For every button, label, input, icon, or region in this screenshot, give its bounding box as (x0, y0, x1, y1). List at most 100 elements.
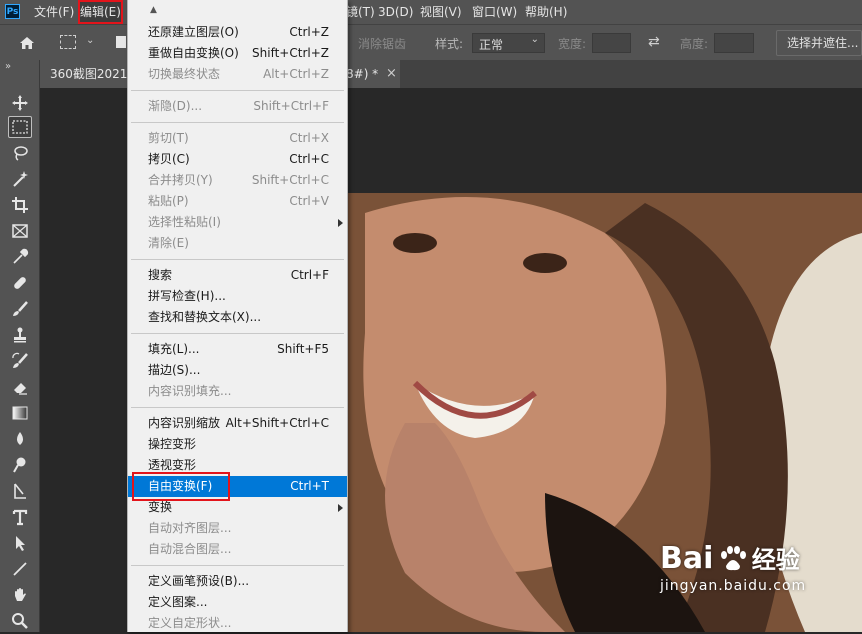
history-brush-tool-icon[interactable] (8, 350, 32, 372)
menu-item-puppet-warp[interactable]: 操控变形 (128, 434, 347, 455)
menu-separator (131, 122, 344, 123)
menu-item-label: 定义画笔预设(B)... (148, 574, 250, 588)
style-value: 正常 (479, 38, 504, 52)
swap-icon[interactable]: ⇄ (648, 34, 660, 50)
menu-item-stroke[interactable]: 描边(S)... (128, 360, 347, 381)
menu-item-label: 内容识别缩放 (148, 416, 221, 430)
clone-stamp-tool-icon[interactable] (8, 324, 32, 346)
move-tool-icon[interactable] (8, 92, 32, 114)
crop-tool-icon[interactable] (8, 194, 32, 216)
zoom-tool-icon[interactable] (8, 610, 32, 632)
marquee-preset-icon[interactable] (60, 35, 76, 49)
home-icon[interactable] (18, 34, 36, 52)
menu-item-undo[interactable]: 还原建立图层(O) Ctrl+Z (128, 22, 347, 43)
blur-tool-icon[interactable] (8, 428, 32, 450)
hand-tool-icon[interactable] (8, 584, 32, 606)
pen-tool-icon[interactable] (8, 480, 32, 502)
menu-item-label: 剪切(T) (148, 131, 189, 145)
menu-item-shortcut: Ctrl+F (290, 268, 329, 282)
menu-3d[interactable]: 3D(D) (378, 0, 413, 24)
menu-separator (131, 333, 344, 334)
menu-item-paste[interactable]: 粘贴(P) Ctrl+V (128, 191, 347, 212)
edit-menu-dropdown: ▲ 还原建立图层(O) Ctrl+Z 重做自由变换(O) Shift+Ctrl+Z … (127, 0, 348, 632)
menu-view[interactable]: 视图(V) (420, 0, 462, 24)
menu-item-label: 填充(L)... (148, 342, 200, 356)
anti-alias-label[interactable]: 消除锯齿 (358, 35, 406, 52)
frame-tool-icon[interactable] (8, 220, 32, 242)
paw-icon (718, 546, 748, 572)
document-tab[interactable]: 360截图20211 (40, 60, 128, 88)
menu-item-label: 粘贴(P) (148, 194, 189, 208)
menu-item-define-brush[interactable]: 定义画笔预设(B)... (128, 571, 347, 592)
tools-panel: » (0, 60, 40, 632)
brush-tool-icon[interactable] (8, 298, 32, 320)
magic-wand-tool-icon[interactable] (8, 168, 32, 190)
menu-separator (131, 565, 344, 566)
menu-edit[interactable]: 编辑(E) (78, 0, 123, 24)
menu-item-clear[interactable]: 清除(E) (128, 233, 347, 254)
menu-item-label: 定义图案... (148, 595, 208, 609)
select-and-mask-button[interactable]: 选择并遮住... (776, 30, 862, 56)
style-label: 样式: (435, 37, 464, 51)
eyedropper-tool-icon[interactable] (8, 246, 32, 268)
scroll-up-icon[interactable]: ▲ (150, 5, 157, 15)
menu-filter-partial[interactable]: 镜(T) (346, 0, 375, 24)
menu-item-shortcut: Shift+F5 (277, 342, 329, 356)
menu-item-spell-check[interactable]: 拼写检查(H)... (128, 286, 347, 307)
height-input[interactable] (714, 33, 754, 53)
type-tool-icon[interactable] (8, 506, 32, 528)
menu-item-paste-special[interactable]: 选择性粘贴(I) (128, 212, 347, 233)
healing-brush-tool-icon[interactable] (8, 272, 32, 294)
line-tool-icon[interactable] (8, 558, 32, 580)
menu-item-label: 内容识别填充... (148, 384, 232, 398)
menu-separator (131, 90, 344, 91)
menu-item-shortcut: Shift+Ctrl+C (251, 173, 329, 187)
menu-item-shortcut: Shift+Ctrl+Z (252, 46, 329, 60)
new-selection-icon[interactable] (116, 36, 126, 48)
watermark-url: jingyan.baidu.com (660, 578, 807, 594)
menu-item-content-aware-fill[interactable]: 内容识别填充... (128, 381, 347, 402)
eraser-tool-icon[interactable] (8, 376, 32, 398)
menu-help[interactable]: 帮助(H) (525, 0, 567, 24)
menu-window[interactable]: 窗口(W) (472, 0, 517, 24)
style-select[interactable]: 正常 ⌄ (472, 33, 545, 53)
lasso-tool-icon[interactable] (8, 142, 32, 164)
document-tab-continued[interactable]: 8#) * × (346, 60, 400, 88)
rectangular-marquee-tool-icon[interactable] (8, 116, 32, 138)
menu-separator (131, 407, 344, 408)
menu-item-auto-align-layers[interactable]: 自动对齐图层... (128, 518, 347, 539)
menu-item-label: 清除(E) (148, 236, 189, 250)
close-icon[interactable]: × (386, 60, 397, 88)
collapse-panel-icon[interactable]: » (5, 61, 11, 72)
menu-item-auto-blend-layers[interactable]: 自动混合图层... (128, 539, 347, 560)
menu-item-shortcut: Alt+Ctrl+Z (263, 67, 329, 81)
menu-item-content-aware-scale[interactable]: 内容识别缩放 Alt+Shift+Ctrl+C (128, 413, 347, 434)
menu-item-define-shape[interactable]: 定义自定形状... (128, 613, 347, 634)
menu-item-fade[interactable]: 渐隐(D)... Shift+Ctrl+F (128, 96, 347, 117)
menu-item-label: 选择性粘贴(I) (148, 215, 221, 229)
menu-item-label: 自动混合图层... (148, 542, 232, 556)
menu-item-define-pattern[interactable]: 定义图案... (128, 592, 347, 613)
menu-item-fill[interactable]: 填充(L)... Shift+F5 (128, 339, 347, 360)
menu-item-label: 合并拷贝(Y) (148, 173, 213, 187)
menu-item-find-replace[interactable]: 查找和替换文本(X)... (128, 307, 347, 328)
height-label: 高度: (680, 37, 709, 51)
dodge-tool-icon[interactable] (8, 454, 32, 476)
menu-item-redo[interactable]: 重做自由变换(O) Shift+Ctrl+Z (128, 43, 347, 64)
path-selection-tool-icon[interactable] (8, 532, 32, 554)
menu-item-shortcut: Ctrl+C (289, 152, 329, 166)
gradient-tool-icon[interactable] (8, 402, 32, 424)
menu-item-search[interactable]: 搜索 Ctrl+F (128, 265, 347, 286)
menu-item-copy-merged[interactable]: 合并拷贝(Y) Shift+Ctrl+C (128, 170, 347, 191)
chevron-down-icon[interactable]: ⌄ (86, 35, 94, 46)
menu-item-shortcut: Ctrl+T (290, 479, 329, 493)
menu-item-shortcut: Alt+Shift+Ctrl+C (225, 416, 329, 430)
menu-item-label: 拷贝(C) (148, 152, 190, 166)
menu-item-copy[interactable]: 拷贝(C) Ctrl+C (128, 149, 347, 170)
width-input[interactable] (592, 33, 631, 53)
menu-item-toggle-last-state[interactable]: 切换最终状态 Alt+Ctrl+Z (128, 64, 347, 85)
menu-item-shortcut: Shift+Ctrl+F (253, 99, 329, 113)
menu-item-shortcut: Ctrl+Z (289, 25, 329, 39)
menu-item-cut[interactable]: 剪切(T) Ctrl+X (128, 128, 347, 149)
menu-file[interactable]: 文件(F) (34, 0, 74, 24)
